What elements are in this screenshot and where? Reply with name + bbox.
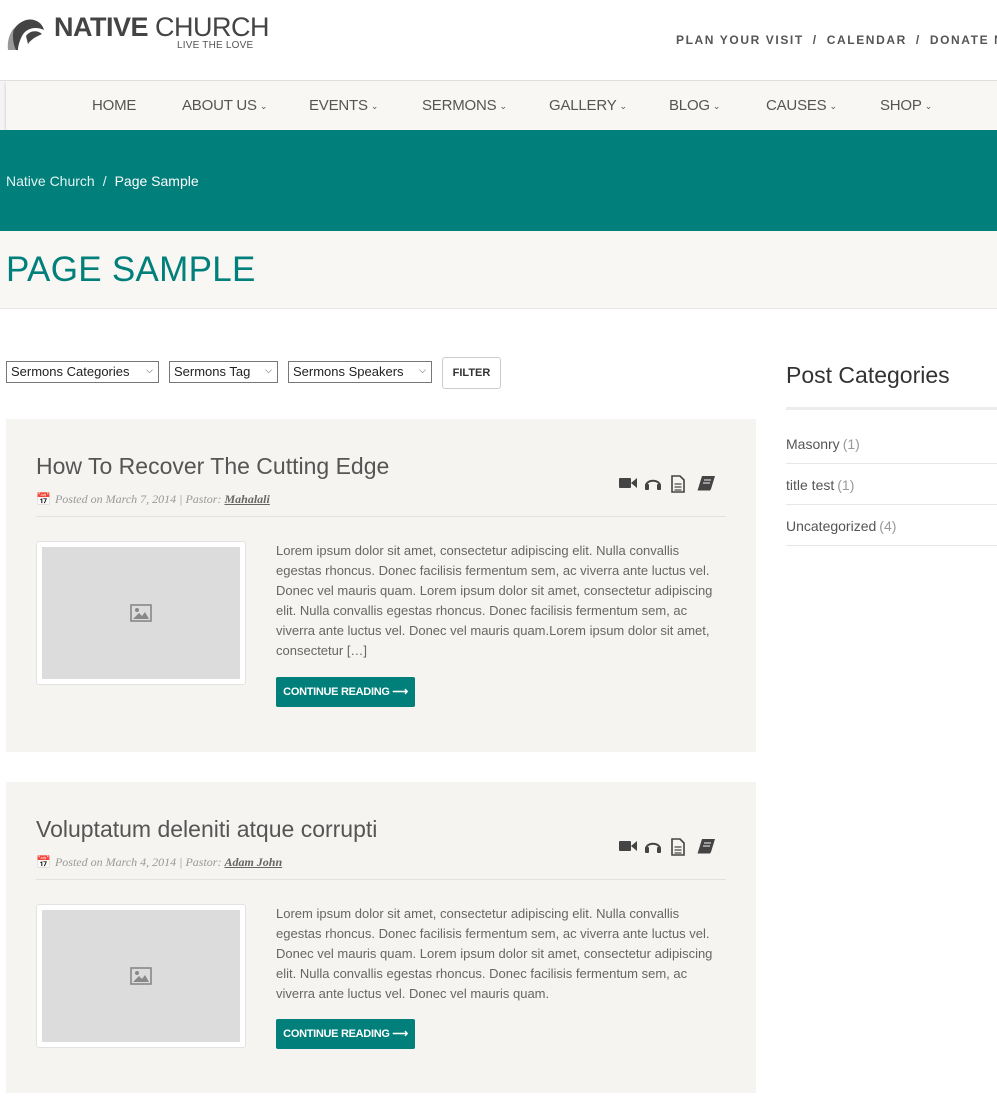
chevron-down-icon: ⌵ <box>265 365 272 375</box>
sermon-categories-select[interactable]: Sermons Categories ⌵ <box>6 361 159 383</box>
book-icon[interactable] <box>696 838 716 854</box>
nav-item-home[interactable]: HOME <box>92 97 136 114</box>
category-item-uncategorized[interactable]: Uncategorized (4) <box>786 505 997 546</box>
post-divider <box>36 516 726 517</box>
sermon-speakers-select[interactable]: Sermons Speakers ⌵ <box>288 361 432 383</box>
image-placeholder-icon <box>130 604 152 622</box>
post-thumbnail[interactable] <box>36 541 246 685</box>
category-item-title-test[interactable]: title test (1) <box>786 464 997 505</box>
calendar-icon: 📅 <box>36 855 51 869</box>
site-header: NATIVE CHURCH LIVE THE LOVE PLAN YOUR VI… <box>0 0 997 80</box>
continue-reading-button[interactable]: CONTINUE READING ⟶ <box>276 677 415 707</box>
nav-item-causes[interactable]: CAUSES ⌄ <box>766 97 837 114</box>
chevron-down-icon: ⌵ <box>419 365 426 375</box>
main-nav-wrapper: HOME ABOUT US ⌄ EVENTS ⌄ SERMONS ⌄ GALLERY ⌄… <box>0 80 997 132</box>
post-meta: 📅 Posted on March 7, 2014 | Pastor: Mahal… <box>36 492 270 506</box>
calendar-link[interactable]: CALENDAR <box>827 33 907 47</box>
image-placeholder-icon <box>130 967 152 985</box>
breadcrumb-current: Page Sample <box>114 173 199 189</box>
post-title[interactable]: How To Recover The Cutting Edge <box>36 453 389 480</box>
sermon-post: How To Recover The Cutting Edge 📅 Posted … <box>6 419 756 752</box>
chevron-down-icon: ⌄ <box>619 101 628 111</box>
nav-item-sermons[interactable]: SERMONS ⌄ <box>422 97 507 114</box>
book-icon[interactable] <box>696 475 716 491</box>
sermon-tag-select[interactable]: Sermons Tag ⌵ <box>169 361 278 383</box>
headphones-icon[interactable] <box>644 475 662 491</box>
post-excerpt: Lorem ipsum dolor sit amet, consectetur … <box>276 906 713 1001</box>
chevron-down-icon: ⌄ <box>712 101 721 111</box>
nav-item-blog[interactable]: BLOG ⌄ <box>669 97 720 114</box>
breadcrumb-band: Native Church / Page Sample <box>0 130 997 231</box>
logo-title: NATIVE CHURCH <box>54 12 270 42</box>
media-icons <box>618 838 718 858</box>
site-logo[interactable]: NATIVE CHURCH LIVE THE LOVE <box>6 12 270 56</box>
chevron-down-icon: ⌄ <box>924 101 933 111</box>
headphones-icon[interactable] <box>644 838 662 854</box>
logo-mark-icon <box>7 19 45 50</box>
nav-item-about[interactable]: ABOUT US ⌄ <box>182 97 267 114</box>
video-icon[interactable] <box>618 838 638 854</box>
breadcrumb-home-link[interactable]: Native Church <box>6 173 95 189</box>
continue-reading-button[interactable]: CONTINUE READING ⟶ <box>276 1019 415 1049</box>
nav-item-shop[interactable]: SHOP ⌄ <box>880 97 932 114</box>
post-divider <box>36 879 726 880</box>
pastor-link[interactable]: Adam John <box>224 855 282 869</box>
thumbnail-placeholder <box>42 547 240 679</box>
sidebar-title-rule <box>786 407 997 410</box>
chevron-down-icon: ⌄ <box>370 101 379 111</box>
category-item-masonry[interactable]: Masonry (1) <box>786 423 997 464</box>
breadcrumb-separator: / <box>102 173 107 189</box>
post-meta: 📅 Posted on March 4, 2014 | Pastor: Adam … <box>36 855 283 869</box>
document-icon[interactable] <box>670 475 686 493</box>
page-title: PAGE SAMPLE <box>6 250 256 289</box>
donate-link[interactable]: DONATE NOW <box>930 33 997 47</box>
video-icon[interactable] <box>618 475 638 491</box>
sidebar-title: Post Categories <box>786 362 950 388</box>
thumbnail-placeholder <box>42 910 240 1042</box>
title-band: PAGE SAMPLE <box>0 231 997 309</box>
post-title[interactable]: Voluptatum deleniti atque corrupti <box>36 816 377 843</box>
toplink-separator: / <box>812 33 818 47</box>
post-thumbnail[interactable] <box>36 904 246 1048</box>
nav-item-events[interactable]: EVENTS ⌄ <box>309 97 378 114</box>
nav-item-gallery[interactable]: GALLERY ⌄ <box>549 97 627 114</box>
pastor-link[interactable]: Mahalali <box>224 492 269 506</box>
media-icons <box>618 475 718 495</box>
main-nav: HOME ABOUT US ⌄ EVENTS ⌄ SERMONS ⌄ GALLERY ⌄… <box>6 81 997 131</box>
logo-tagline: LIVE THE LOVE <box>177 40 254 51</box>
breadcrumb: Native Church / Page Sample <box>6 173 199 189</box>
calendar-icon: 📅 <box>36 492 51 506</box>
top-links: PLAN YOUR VISIT / CALENDAR / DONATE NOW <box>676 33 997 47</box>
document-icon[interactable] <box>670 838 686 856</box>
chevron-down-icon: ⌄ <box>499 101 507 111</box>
sermon-post: Voluptatum deleniti atque corrupti 📅 Post… <box>6 782 756 1093</box>
plan-visit-link[interactable]: PLAN YOUR VISIT <box>676 33 804 47</box>
post-excerpt: Lorem ipsum dolor sit amet, consectetur … <box>276 543 713 658</box>
toplink-separator: / <box>915 33 921 47</box>
filter-button[interactable]: FILTER <box>442 357 501 389</box>
chevron-down-icon: ⌵ <box>146 365 153 375</box>
chevron-down-icon: ⌄ <box>829 101 838 111</box>
chevron-down-icon: ⌄ <box>259 101 268 111</box>
